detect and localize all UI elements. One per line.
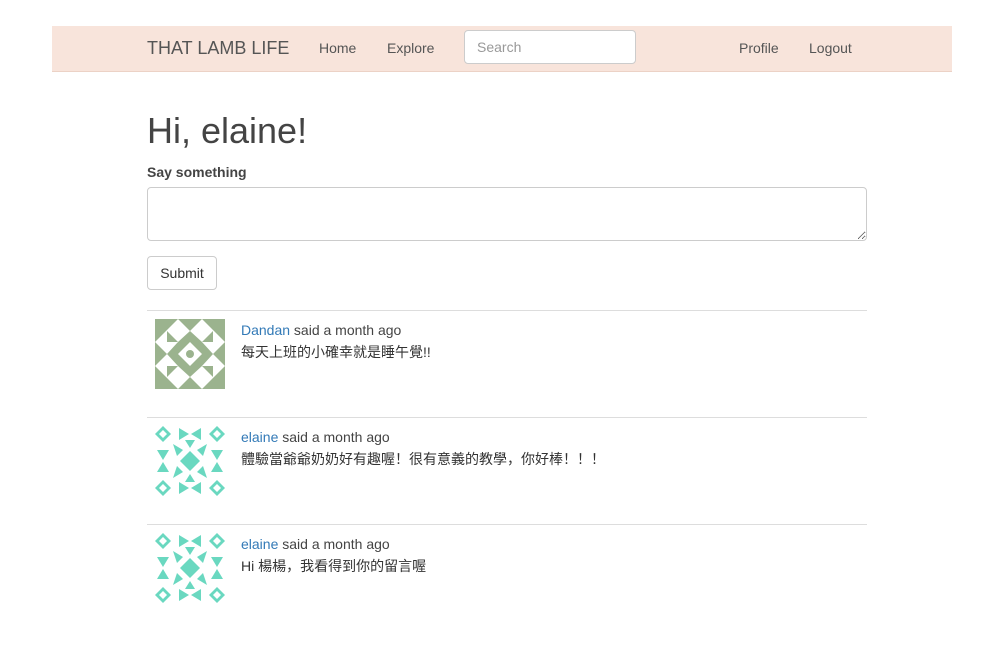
post-timestamp: said a month ago bbox=[278, 429, 390, 445]
avatar-identicon-icon[interactable] bbox=[155, 319, 225, 389]
post-author-link[interactable]: Dandan bbox=[241, 322, 290, 338]
nav-profile-link[interactable]: Profile bbox=[739, 40, 779, 56]
post-author-link[interactable]: elaine bbox=[241, 429, 278, 445]
post-meta: Dandan said a month ago bbox=[241, 322, 401, 338]
page-title: Hi, elaine! bbox=[147, 110, 308, 151]
post-item: Dandan said a month ago 每天上班的小確幸就是睡午覺!! bbox=[147, 310, 867, 417]
post-meta: elaine said a month ago bbox=[241, 536, 390, 552]
post-timestamp: said a month ago bbox=[278, 536, 390, 552]
submit-button[interactable]: Submit bbox=[147, 256, 217, 290]
post-body: 體驗當爺爺奶奶好有趣喔！很有意義的教學，你好棒！！！ bbox=[241, 451, 605, 467]
post-timestamp: said a month ago bbox=[290, 322, 402, 338]
nav-home-link[interactable]: Home bbox=[319, 40, 356, 56]
post-meta: elaine said a month ago bbox=[241, 429, 390, 445]
brand-link[interactable]: THAT LAMB LIFE bbox=[147, 38, 289, 59]
post-form-label: Say something bbox=[147, 164, 247, 180]
post-item: elaine said a month ago 體驗當爺爺奶奶好有趣喔！很有意義… bbox=[147, 417, 867, 524]
search-input[interactable] bbox=[464, 30, 636, 64]
post-item: elaine said a month ago Hi 楊楊，我看得到你的留言喔 bbox=[147, 524, 867, 631]
post-author-link[interactable]: elaine bbox=[241, 536, 278, 552]
avatar-identicon-icon[interactable] bbox=[155, 426, 225, 496]
nav-explore-link[interactable]: Explore bbox=[387, 40, 434, 56]
post-body: 每天上班的小確幸就是睡午覺!! bbox=[241, 344, 431, 360]
post-textarea[interactable] bbox=[147, 187, 867, 241]
post-feed: Dandan said a month ago 每天上班的小確幸就是睡午覺!! bbox=[147, 310, 867, 631]
top-navbar: THAT LAMB LIFE Home Explore Profile Logo… bbox=[52, 26, 952, 72]
nav-logout-link[interactable]: Logout bbox=[809, 40, 852, 56]
avatar-identicon-icon[interactable] bbox=[155, 533, 225, 603]
post-body: Hi 楊楊，我看得到你的留言喔 bbox=[241, 558, 427, 574]
